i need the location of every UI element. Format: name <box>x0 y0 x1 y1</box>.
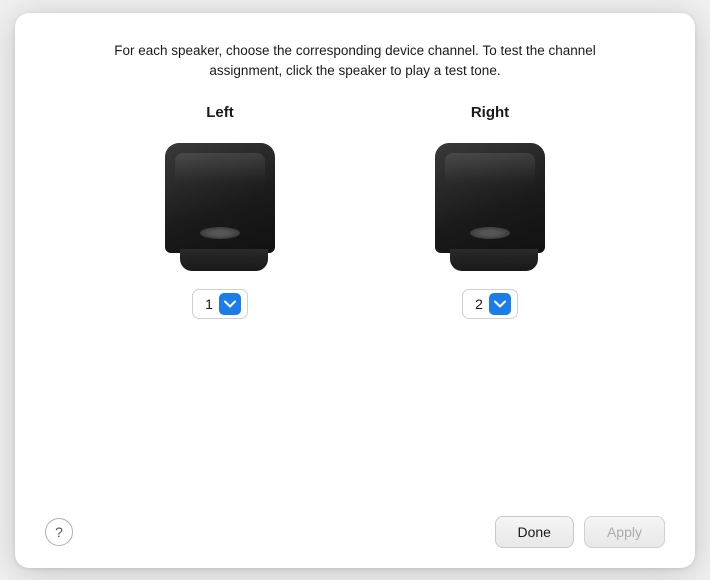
left-channel-dropdown-button[interactable] <box>219 293 241 315</box>
speaker-col-right: Right 2 <box>435 104 545 319</box>
speaker-col-left: Left 1 <box>165 104 275 319</box>
help-symbol: ? <box>55 524 63 540</box>
left-channel-value: 1 <box>203 296 215 312</box>
speakers-row: Left 1 Right <box>45 104 665 505</box>
speaker-channel-dialog: For each speaker, choose the correspondi… <box>15 13 695 568</box>
right-speaker-mesh <box>470 227 510 239</box>
right-channel-value: 2 <box>473 296 485 312</box>
right-channel-select[interactable]: 2 <box>462 289 518 319</box>
dialog-footer: ? Done Apply <box>45 506 665 548</box>
right-speaker-icon[interactable] <box>435 143 545 271</box>
right-speaker-label: Right <box>471 104 509 121</box>
right-speaker-highlight <box>445 153 535 183</box>
dialog-description: For each speaker, choose the correspondi… <box>95 41 615 83</box>
apply-button[interactable]: Apply <box>584 516 665 548</box>
left-speaker-body[interactable] <box>165 143 275 253</box>
left-speaker-icon[interactable] <box>165 143 275 271</box>
right-channel-dropdown-button[interactable] <box>489 293 511 315</box>
right-speaker-base <box>458 249 538 271</box>
left-speaker-base <box>188 249 268 271</box>
action-buttons: Done Apply <box>495 516 666 548</box>
right-speaker-body[interactable] <box>435 143 545 253</box>
left-speaker-label: Left <box>206 104 234 121</box>
left-speaker-mesh <box>200 227 240 239</box>
help-button[interactable]: ? <box>45 518 73 546</box>
done-button[interactable]: Done <box>495 516 574 548</box>
left-speaker-highlight <box>175 153 265 183</box>
left-channel-select[interactable]: 1 <box>192 289 248 319</box>
